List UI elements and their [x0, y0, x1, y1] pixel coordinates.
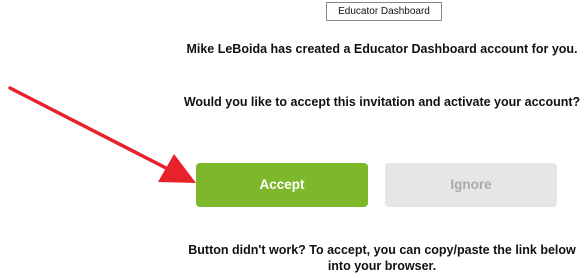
accept-button[interactable]: Accept — [196, 163, 368, 207]
brand-badge: Educator Dashboard — [326, 2, 442, 21]
invitation-question: Would you like to accept this invitation… — [183, 95, 581, 109]
ignore-button[interactable]: Ignore — [385, 163, 557, 207]
fallback-instructions: Button didn't work? To accept, you can c… — [188, 243, 576, 273]
invitation-created-message: Mike LeBoida has created a Educator Dash… — [186, 42, 578, 56]
